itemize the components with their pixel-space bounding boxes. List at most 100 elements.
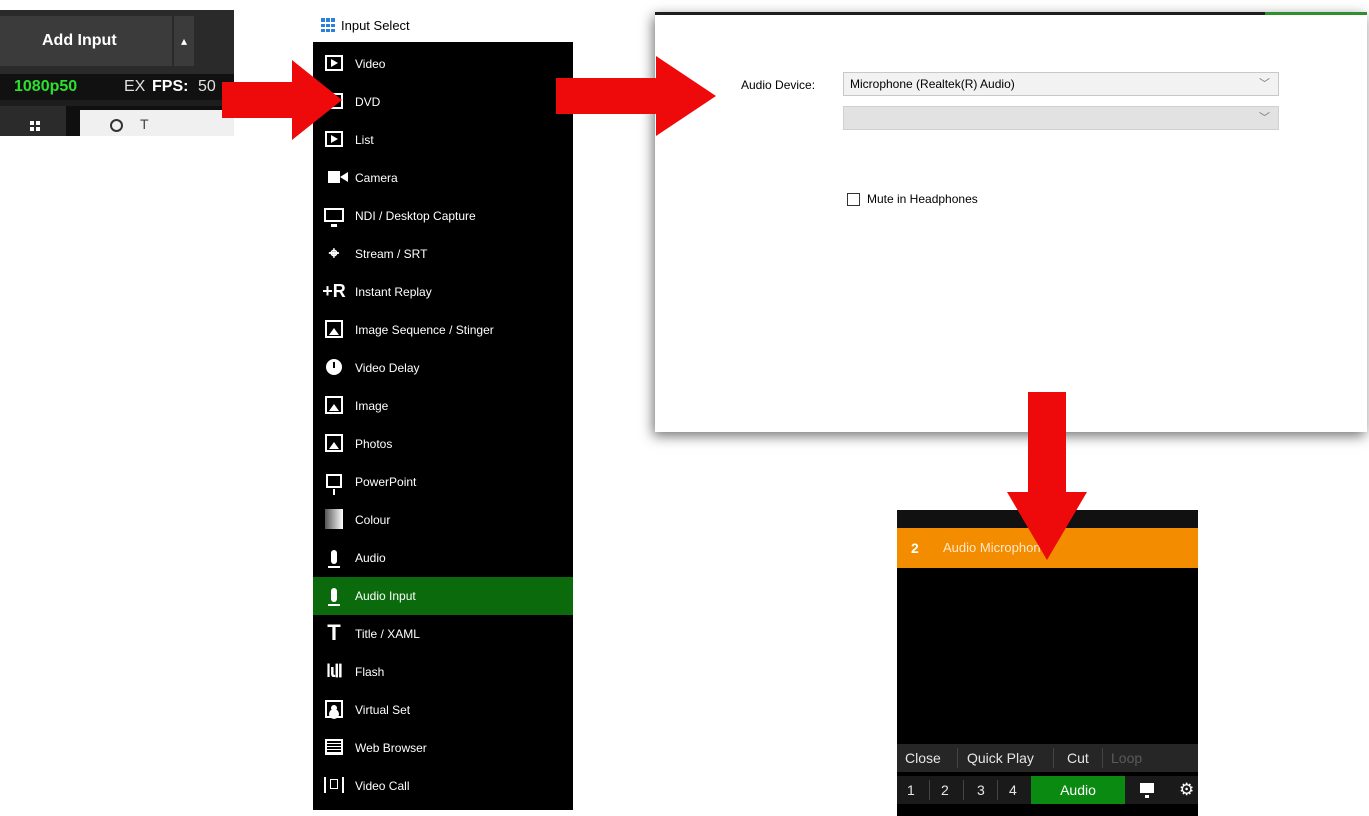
mute-in-headphones-checkbox[interactable] <box>847 193 860 206</box>
overlay-4-button[interactable]: 4 <box>1009 776 1017 804</box>
menu-item-label: Video <box>355 57 386 71</box>
audio-device-select[interactable]: Microphone (Realtek(R) Audio) ﹀ <box>843 72 1279 96</box>
chevron-down-icon: ﹀ <box>1259 78 1270 90</box>
menu-item-label: Camera <box>355 171 398 185</box>
search-text: T <box>140 116 149 132</box>
monitor-icon[interactable] <box>1140 783 1154 798</box>
audio-button[interactable]: Audio <box>1031 776 1125 804</box>
add-input-button[interactable]: Add Input <box>0 16 172 66</box>
menu-item-label: Flash <box>355 665 385 679</box>
menu-item-label: Stream / SRT <box>355 247 428 261</box>
menu-item-label: Virtual Set <box>355 703 411 717</box>
menu-item-video[interactable]: Video <box>313 45 573 83</box>
resolution-label: 1080p50 <box>14 78 78 95</box>
audio-device-value: Microphone (Realtek(R) Audio) <box>850 77 1015 91</box>
image-icon <box>323 394 345 416</box>
gear-icon[interactable]: ⚙ <box>1179 778 1194 802</box>
menu-item-audio-input[interactable]: Audio Input <box>313 577 573 615</box>
menu-item-image-sequence[interactable]: Image Sequence / Stinger <box>313 311 573 349</box>
microphone-icon <box>323 584 345 606</box>
menu-item-list[interactable]: List <box>313 121 573 159</box>
powerpoint-icon <box>323 470 345 495</box>
close-button[interactable]: Close <box>905 744 941 772</box>
tile-control-row: Close Quick Play Cut Loop <box>897 744 1198 772</box>
toolbar-panel: Add Input ▴ 1080p50 EX FPS: 50 T <box>0 10 234 136</box>
menu-item-label: Title / XAML <box>355 627 420 641</box>
menu-item-label: Audio <box>355 551 386 565</box>
chevron-down-icon: ﹀ <box>1259 112 1270 124</box>
virtual-set-icon <box>323 698 345 720</box>
fps-value: 50 <box>198 78 216 95</box>
camera-icon <box>323 166 348 188</box>
dialog-top-border <box>655 12 1367 15</box>
input-number: 2 <box>911 540 919 556</box>
menu-item-stream-srt[interactable]: ⌖ Stream / SRT <box>313 235 573 273</box>
menu-item-label: Audio Input <box>355 589 416 603</box>
microphone-icon <box>323 546 345 568</box>
menu-item-label: Web Browser <box>355 741 427 755</box>
menu-item-dvd[interactable]: DVD <box>313 83 573 121</box>
menu-item-label: Video Delay <box>355 361 420 375</box>
menu-item-powerpoint[interactable]: PowerPoint <box>313 463 573 501</box>
monitor-icon <box>323 204 345 227</box>
input-type-list: Video DVD List Camera NDI / Desktop Capt… <box>313 45 573 805</box>
menu-item-audio[interactable]: Audio <box>313 539 573 577</box>
video-call-icon <box>323 774 345 796</box>
taskbar-search-input[interactable] <box>80 110 234 136</box>
menu-item-web-browser[interactable]: Web Browser <box>313 729 573 767</box>
menu-item-label: PowerPoint <box>355 475 417 489</box>
overlay-2-button[interactable]: 2 <box>941 776 949 804</box>
ex-label: EX <box>124 78 146 95</box>
audio-device-label: Audio Device: <box>741 78 816 92</box>
loop-button[interactable]: Loop <box>1111 744 1142 772</box>
audio-channel-select[interactable]: ﹀ <box>843 106 1279 130</box>
arrow-right-2 <box>556 56 716 136</box>
menu-item-title-xaml[interactable]: T Title / XAML <box>313 615 573 653</box>
status-bar: 1080p50 EX FPS: 50 <box>0 74 234 100</box>
app-grid-icon <box>321 18 335 32</box>
menu-item-label: Colour <box>355 513 391 527</box>
cut-button[interactable]: Cut <box>1067 744 1089 772</box>
menu-item-label: Video Call <box>355 779 410 793</box>
menu-item-label: Instant Replay <box>355 285 432 299</box>
overlay-1-button[interactable]: 1 <box>907 776 915 804</box>
menu-item-label: List <box>355 133 374 147</box>
dialog-top-accent <box>1265 12 1367 15</box>
windows-icon <box>30 121 40 131</box>
replay-icon: +R <box>322 280 346 301</box>
input-select-menu: Input Select Video DVD List Camera NDI /… <box>313 10 573 810</box>
quick-play-button[interactable]: Quick Play <box>967 744 1034 772</box>
image-sequence-icon <box>323 318 345 340</box>
search-icon <box>110 119 123 132</box>
audio-device-dialog: Audio Device: Microphone (Realtek(R) Aud… <box>655 12 1367 432</box>
input-select-title: Input Select <box>341 18 410 33</box>
menu-item-label: Photos <box>355 437 393 451</box>
arrow-right-1 <box>222 60 342 140</box>
menu-item-flash[interactable]: ǀɩⅡ Flash <box>313 653 573 691</box>
menu-item-virtual-set[interactable]: Virtual Set <box>313 691 573 729</box>
menu-item-colour[interactable]: Colour <box>313 501 573 539</box>
clock-icon <box>323 356 345 378</box>
arrow-down <box>1007 392 1087 560</box>
menu-item-label: Image Sequence / Stinger <box>355 323 494 337</box>
menu-item-video-delay[interactable]: Video Delay <box>313 349 573 387</box>
menu-item-ndi-desktop-capture[interactable]: NDI / Desktop Capture <box>313 197 573 235</box>
menu-item-label: DVD <box>355 95 381 109</box>
menu-item-camera[interactable]: Camera <box>313 159 573 197</box>
menu-item-photos[interactable]: Photos <box>313 425 573 463</box>
antenna-icon: ⌖ <box>328 242 340 263</box>
menu-item-label: NDI / Desktop Capture <box>355 209 476 223</box>
mute-in-headphones-label[interactable]: Mute in Headphones <box>867 192 978 206</box>
fps-label: FPS: <box>152 78 189 95</box>
photos-icon <box>323 432 345 454</box>
menu-item-instant-replay[interactable]: +R Instant Replay <box>313 273 573 311</box>
flash-icon: ǀɩⅡ <box>326 660 343 681</box>
web-browser-icon <box>323 736 345 758</box>
add-input-dropdown[interactable]: ▴ <box>174 16 194 66</box>
colour-icon <box>323 508 345 530</box>
menu-item-image[interactable]: Image <box>313 387 573 425</box>
menu-item-label: Image <box>355 399 389 413</box>
menu-item-video-call[interactable]: Video Call <box>313 767 573 805</box>
input-select-titlebar: Input Select <box>313 10 573 42</box>
overlay-3-button[interactable]: 3 <box>977 776 985 804</box>
